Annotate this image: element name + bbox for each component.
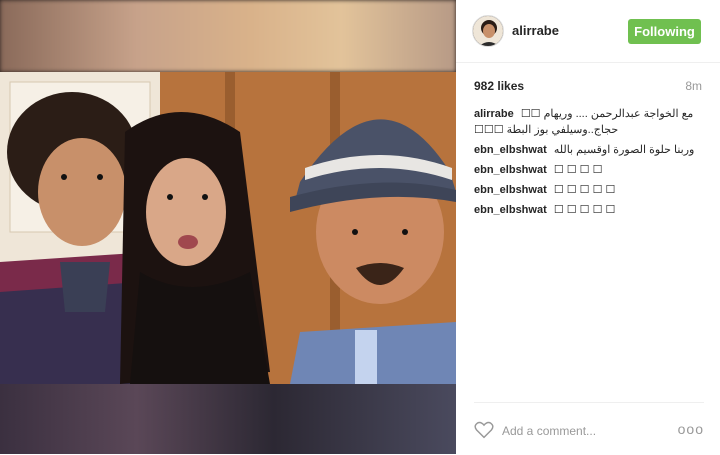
post-sidebar: alirrabe Following 982 likes 8m alirrabe… [456,0,720,454]
heart-icon[interactable] [474,421,494,444]
post-header: alirrabe Following [456,0,720,63]
selfie-illustration [0,72,456,384]
post-timestamp[interactable]: 8m [685,79,702,93]
comment-text: ☐ ☐ ☐ ☐ ☐ [553,204,616,216]
comment-username[interactable]: ebn_elbshwat [474,204,547,216]
comment-item: ebn_elbshwat وربنا حلوة الصورة اوقسيم با… [474,142,704,158]
post-footer: Add a comment... ooo [474,402,704,455]
comment-item: alirrabe مع الخواجة عبدالرحمن .... وريها… [474,106,704,138]
likes-count[interactable]: 982 likes [474,79,524,93]
avatar-image [473,16,503,46]
add-comment-input[interactable]: Add a comment... [502,424,596,438]
comment-username[interactable]: alirrabe [474,108,514,120]
comments-list: alirrabe مع الخواجة عبدالرحمن .... وريها… [474,106,704,222]
comment-username[interactable]: ebn_elbshwat [474,184,547,196]
post-photo-pane [0,0,456,454]
comment-username[interactable]: ebn_elbshwat [474,144,547,156]
more-options-icon[interactable]: ooo [678,421,704,437]
comment-text: ☐ ☐ ☐ ☐ [553,164,603,176]
comment-item: ebn_elbshwat ☐ ☐ ☐ ☐ [474,162,704,178]
photo-blur-bottom [0,384,456,454]
comment-text: ☐ ☐ ☐ ☐ ☐ [553,184,616,196]
following-button[interactable]: Following [628,19,701,44]
comment-text: وربنا حلوة الصورة اوقسيم بالله [553,144,695,156]
post-photo[interactable] [0,72,456,384]
comment-item: ebn_elbshwat ☐ ☐ ☐ ☐ ☐ [474,182,704,198]
username-link[interactable]: alirrabe [512,23,559,38]
comment-item: ebn_elbshwat ☐ ☐ ☐ ☐ ☐ [474,202,704,218]
comment-username[interactable]: ebn_elbshwat [474,164,547,176]
photo-blur-top [0,0,456,72]
avatar[interactable] [472,15,504,47]
